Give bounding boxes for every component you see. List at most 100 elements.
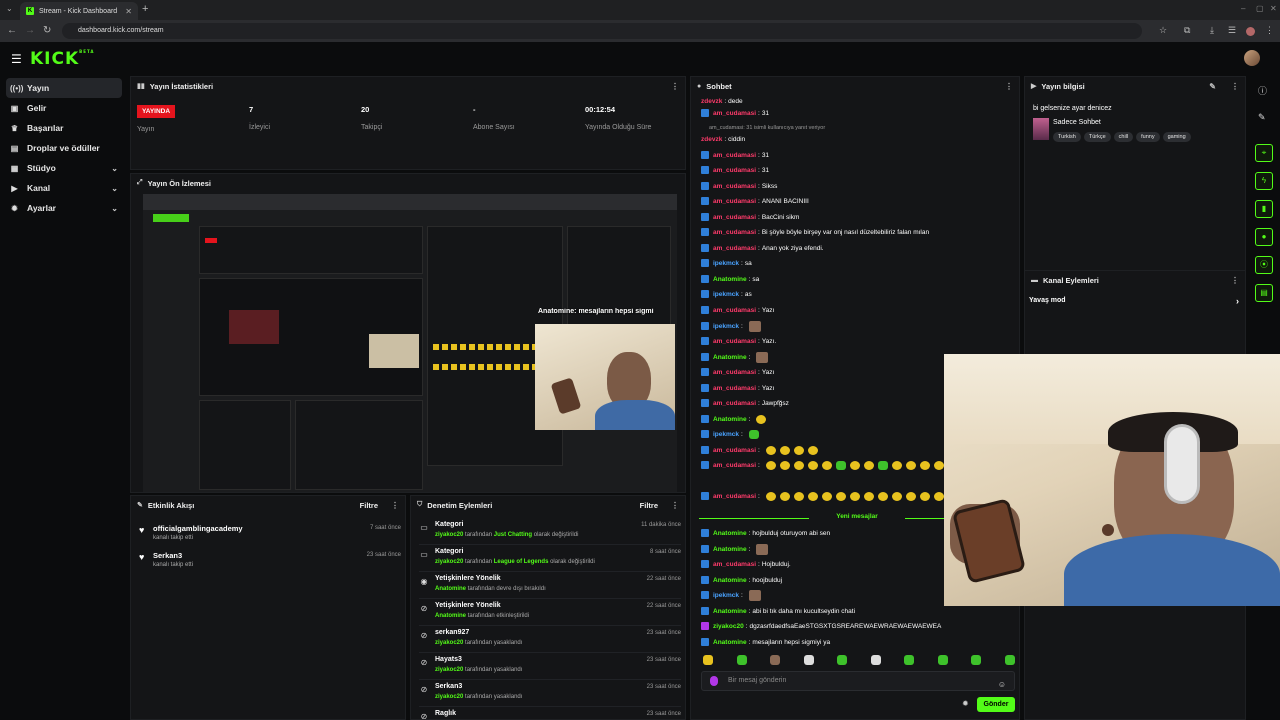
chat-settings-icon[interactable]: ✹ — [962, 699, 969, 708]
chat-username[interactable]: zdevzk — [701, 98, 722, 105]
chat-username[interactable]: Anatomine — [713, 608, 747, 615]
chat-username[interactable]: Anatomine — [713, 530, 747, 537]
close-window-icon[interactable]: ✕ — [1270, 4, 1277, 13]
layout-icon[interactable]: ▤ — [1255, 284, 1273, 302]
chat-username[interactable]: ipekmck — [713, 291, 739, 298]
emote-button[interactable] — [803, 655, 814, 665]
chat-username[interactable]: ziyakoc20 — [713, 623, 744, 630]
mod-user[interactable]: ziyakoc20 — [435, 694, 463, 700]
more-options-icon[interactable]: ⋮ — [1231, 276, 1239, 285]
chat-username[interactable]: am_cudamasi — [713, 447, 756, 454]
download-icon[interactable]: ⤓ — [1210, 25, 1214, 36]
sidebar-item-basarilar[interactable]: ♛ Başarılar — [6, 118, 122, 138]
event-user[interactable]: officialgamblingacademy — [153, 524, 243, 533]
raid-icon[interactable]: ⌖ — [1255, 144, 1273, 162]
emote-button[interactable] — [971, 655, 982, 665]
chat-username[interactable]: am_cudamasi — [713, 198, 756, 205]
user-avatar[interactable] — [1244, 50, 1260, 66]
bookmark-star-icon[interactable]: ☆ — [1159, 25, 1167, 36]
chat-username[interactable]: Anatomine — [713, 354, 747, 361]
mod-user[interactable]: ziyakoc20 — [435, 559, 463, 565]
send-button[interactable]: Gönder — [977, 697, 1015, 712]
chat-username[interactable]: am_cudamasi — [713, 369, 756, 376]
info-circle-icon[interactable]: ⓘ — [1258, 84, 1267, 97]
slow-mode-row[interactable]: Yavaş mod › — [1029, 296, 1243, 311]
stream-preview-video[interactable]: Anatomine: mesajların hepsi sigmi — [143, 194, 677, 492]
profile-icon[interactable] — [1246, 27, 1255, 36]
sidebar-item-gelir[interactable]: ▣ Gelir — [6, 98, 122, 118]
maximize-icon[interactable]: ▢ — [1256, 4, 1264, 13]
chat-username[interactable]: am_cudamasi — [713, 229, 756, 236]
emote-button[interactable] — [703, 655, 713, 665]
more-options-icon[interactable]: ⋮ — [1231, 82, 1239, 91]
extensions-icon[interactable]: ⧉ — [1184, 25, 1190, 36]
more-options-icon[interactable]: ⋮ — [671, 501, 679, 510]
sidebar-item-droplar[interactable]: ▤ Droplar ve ödüller — [6, 138, 122, 158]
edit-icon[interactable]: ✎ — [1209, 82, 1216, 91]
chat-username[interactable]: am_cudamasi — [713, 400, 756, 407]
emote-button[interactable] — [870, 655, 881, 665]
chat-username[interactable]: am_cudamasi — [713, 307, 756, 314]
more-options-icon[interactable]: ⋮ — [391, 501, 399, 510]
emote-button[interactable] — [770, 655, 781, 665]
close-tab-icon[interactable]: ✕ — [125, 7, 132, 16]
mod-user[interactable]: ziyakoc20 — [435, 532, 463, 538]
sidebar-item-ayarlar[interactable]: ✹ Ayarlar ⌄ — [6, 198, 122, 218]
forward-icon[interactable]: → — [25, 25, 35, 36]
event-user[interactable]: Serkan3 — [153, 551, 182, 560]
emote-button[interactable] — [837, 655, 848, 665]
sidebar-item-yayin[interactable]: ((•)) Yayın — [6, 78, 122, 98]
chat-username[interactable]: am_cudamasi — [713, 385, 756, 392]
chat-username[interactable]: Anatomine — [713, 639, 747, 646]
lightning-icon[interactable]: ϟ — [1255, 172, 1273, 190]
broadcast-rail-icon[interactable]: ⦿ — [1255, 256, 1273, 274]
chat-bubble-icon[interactable]: ● — [1255, 228, 1273, 246]
chat-username[interactable]: am_cudamasi — [713, 245, 756, 252]
chat-input[interactable]: Bir mesaj gönderin ☺ — [701, 671, 1015, 691]
chat-username[interactable]: am_cudamasi — [713, 493, 756, 500]
sidebar-item-kanal[interactable]: ▶ Kanal ⌄ — [6, 178, 122, 198]
tab-search-icon[interactable]: ⌄ — [6, 4, 13, 13]
chat-username[interactable]: am_cudamasi — [713, 167, 756, 174]
chat-username[interactable]: Anatomine — [713, 546, 747, 553]
chat-username[interactable]: Anatomine — [713, 577, 747, 584]
hamburger-menu-icon[interactable]: ☰ — [11, 52, 22, 66]
sidebar-item-studyo[interactable]: ▦ Stüdyo ⌄ — [6, 158, 122, 178]
chat-username[interactable]: am_cudamasi — [713, 214, 756, 221]
reload-icon[interactable]: ↻ — [43, 25, 51, 36]
chat-username[interactable]: zdevzk — [701, 136, 722, 143]
emote-button[interactable] — [736, 655, 747, 665]
clip-icon[interactable]: ▮ — [1255, 200, 1273, 218]
browser-tab[interactable]: K Stream - Kick Dashboard ✕ — [20, 2, 138, 20]
filter-button[interactable]: Filtre — [640, 501, 658, 510]
chat-username[interactable]: ipekmck — [713, 592, 739, 599]
pencil-icon[interactable]: ✎ — [1258, 112, 1266, 123]
more-options-icon[interactable]: ⋮ — [1005, 82, 1013, 91]
mod-user[interactable]: ziyakoc20 — [435, 640, 463, 646]
browser-menu-icon[interactable]: ⋮ — [1265, 25, 1274, 36]
chat-username[interactable]: am_cudamasi — [713, 561, 756, 568]
chat-username[interactable]: Anatomine — [713, 416, 747, 423]
mod-user[interactable]: Anatomine — [435, 586, 466, 592]
chat-username[interactable]: ipekmck — [713, 431, 739, 438]
emoji-picker-icon[interactable]: ☺ — [998, 676, 1006, 694]
chevron-down-icon[interactable]: ⌄ — [111, 164, 118, 173]
chat-username[interactable]: am_cudamasi — [713, 462, 756, 469]
more-options-icon[interactable]: ⋮ — [671, 82, 679, 91]
chat-username[interactable]: am_cudamasi — [713, 110, 756, 117]
kick-logo[interactable]: KICKBETA — [30, 49, 94, 69]
filter-button[interactable]: Filtre — [360, 501, 378, 510]
chevron-down-icon[interactable]: ⌄ — [111, 184, 118, 193]
minimize-icon[interactable]: – — [1241, 4, 1245, 13]
emote-button[interactable] — [1004, 655, 1015, 665]
chat-username[interactable]: am_cudamasi — [713, 338, 756, 345]
emote-button[interactable] — [937, 655, 948, 665]
chat-username[interactable]: ipekmck — [713, 323, 739, 330]
url-field[interactable]: dashboard.kick.com/stream — [62, 23, 1142, 39]
back-icon[interactable]: ← — [7, 25, 17, 36]
new-tab-icon[interactable]: + — [142, 3, 148, 15]
chat-username[interactable]: Anatomine — [713, 276, 747, 283]
mod-user[interactable]: ziyakoc20 — [435, 667, 463, 673]
mod-user[interactable]: Anatomine — [435, 613, 466, 619]
chevron-down-icon[interactable]: ⌄ — [111, 204, 118, 213]
